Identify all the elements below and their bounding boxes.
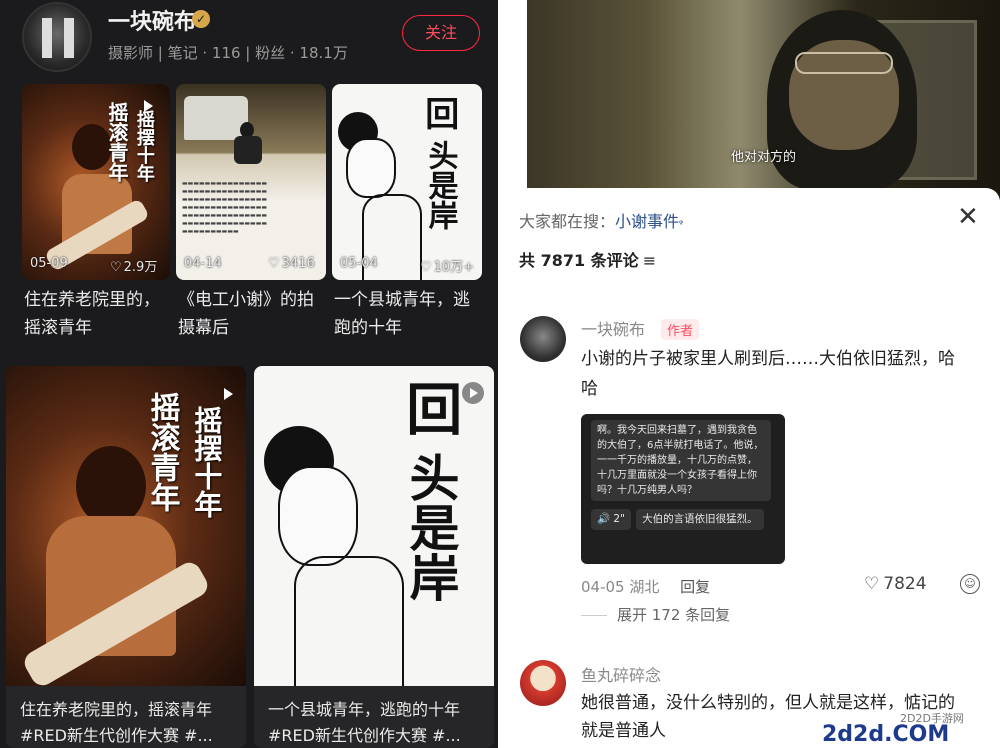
profile-username: 一块碗布 xyxy=(108,10,197,35)
comment-count: 共 7871 条评论 ≡ xyxy=(519,247,656,271)
heart-icon: ♡ xyxy=(864,574,880,594)
video-play-icon xyxy=(224,388,233,400)
note-thumbnail: 摇滚青年 摇摆十年 05-09 ♡ 2.9万 xyxy=(22,84,170,280)
chat-bubble: 大伯的言语依旧很猛烈。 xyxy=(636,509,764,530)
note-thumbnail: ▬▬▬▬▬▬▬▬▬▬▬▬▬▬▬ ▬▬▬▬▬▬▬▬▬▬▬▬▬▬▬ ▬▬▬▬▬▬▬▬… xyxy=(176,84,326,280)
comment-text-continued: 哈 xyxy=(581,379,598,399)
search-suggestion[interactable]: 大家都在搜：小谢事件ᵠ xyxy=(519,208,683,232)
video-player[interactable]: 他对对方的 xyxy=(527,0,1000,200)
note-card-4[interactable]: 摇滚青年 摇摆十年 住在养老院里的，摇滚青年 #RED新生代创作大赛 #... xyxy=(6,366,246,748)
comment-count-label: 共 7871 条评论 xyxy=(519,251,639,270)
verified-icon: ✓ xyxy=(192,10,210,28)
close-icon[interactable]: ✕ xyxy=(957,204,979,230)
note-caption: 住在养老院里的，摇滚青年 xyxy=(24,290,160,338)
comment-author-name[interactable]: 一块碗布 xyxy=(581,316,645,340)
comments-sheet: 大家都在搜：小谢事件ᵠ ✕ 共 7871 条评论 ≡ 一块碗布 作者 小谢的片子被… xyxy=(502,188,1000,748)
search-term-link[interactable]: 小谢事件 xyxy=(615,212,679,231)
video-subtitle: 他对对方的 xyxy=(730,150,796,165)
heart-icon: ♡ xyxy=(110,260,122,275)
note-date: 04-14 xyxy=(184,256,222,271)
expand-replies-button[interactable]: 展开 172 条回复 xyxy=(581,604,730,625)
video-play-icon xyxy=(144,100,153,112)
note-card-5[interactable]: 回 头是岸 一个县城青年，逃跑的十年 #RED新生代创作大赛 #... xyxy=(254,366,494,748)
note-caption: 住在养老院里的，摇滚青年 xyxy=(20,700,213,719)
comment-author-name[interactable]: 鱼丸碎碎念 xyxy=(581,662,661,686)
reply-button[interactable]: 回复 xyxy=(680,578,710,596)
cover-subtitle: 摇摆十年 xyxy=(133,110,155,182)
profile-panel: 一块碗布 ✓ 摄影师 | 笔记 · 116 | 粉丝 · 18.1万 关注 摇滚… xyxy=(0,0,498,748)
profile-avatar[interactable] xyxy=(22,2,92,72)
note-date: 05-04 xyxy=(340,256,378,271)
note-card-2[interactable]: ▬▬▬▬▬▬▬▬▬▬▬▬▬▬▬ ▬▬▬▬▬▬▬▬▬▬▬▬▬▬▬ ▬▬▬▬▬▬▬▬… xyxy=(176,84,326,344)
emoji-icon[interactable]: ☺ xyxy=(960,574,980,594)
watermark-logo: 2d2d.COM xyxy=(822,722,950,747)
follow-button[interactable]: 关注 xyxy=(402,15,480,51)
comment-like-count: 7824 xyxy=(883,574,927,594)
comment-meta: 04-05 湖北 回复 xyxy=(581,576,710,597)
cover-subtitle: 头是岸 xyxy=(422,140,458,230)
cover-subtitle: 摇摆十年 xyxy=(190,406,224,518)
cover-title: 摇滚青年 xyxy=(144,392,180,512)
cover-subtitle: 头是岸 xyxy=(401,452,461,602)
note-caption: 《电工小谢》的拍摄幕后 xyxy=(178,290,314,338)
note-caption: 一个县城青年，逃跑的十年 xyxy=(334,290,470,338)
expand-replies-label: 展开 172 条回复 xyxy=(617,606,731,624)
note-hashtags: #RED新生代创作大赛 #... xyxy=(20,726,213,745)
heart-icon: ♡ xyxy=(268,256,280,271)
profile-meta: 摄影师 | 笔记 · 116 | 粉丝 · 18.1万 xyxy=(108,44,348,62)
video-play-icon xyxy=(462,382,484,404)
chat-bubble: 啊。我今天回来扫墓了，遇到我贪色的大伯了，6点半就打电话了。他说，一一千万的播放… xyxy=(591,420,771,501)
note-thumbnail: 回 头是岸 xyxy=(254,366,494,686)
cover-title: 摇滚青年 xyxy=(105,102,129,182)
note-thumbnail: 摇滚青年 摇摆十年 xyxy=(6,366,246,686)
comment-like-button[interactable]: ♡ 7824 xyxy=(864,574,927,594)
cover-title: 回 xyxy=(418,96,459,130)
heart-icon: ♡ xyxy=(420,260,432,275)
comment-image[interactable]: 啊。我今天回来扫墓了，遇到我贪色的大伯了，6点半就打电话了。他说，一一千万的播放… xyxy=(581,414,785,564)
filter-icon[interactable]: ≡ xyxy=(643,251,656,270)
comment-date-location: 04-05 湖北 xyxy=(581,578,660,596)
note-likes: ♡ 10万+ xyxy=(420,256,474,275)
comment-text: 小谢的片子被家里人刷到后……大伯依旧猛烈，哈 xyxy=(581,349,955,369)
cover-title: 回 xyxy=(396,380,463,436)
note-hashtags: #RED新生代创作大赛 #... xyxy=(268,726,461,745)
note-likes: ♡ 3416 xyxy=(268,256,315,271)
note-like-count: 2.9万 xyxy=(123,260,158,275)
note-like-count: 3416 xyxy=(281,256,315,271)
search-prefix: 大家都在搜： xyxy=(519,212,616,231)
note-likes: ♡ 2.9万 xyxy=(110,256,157,275)
comment-text-continued: 就是普通人 xyxy=(581,721,666,741)
note-caption: 一个县城青年，逃跑的十年 xyxy=(268,700,461,719)
divider xyxy=(581,615,607,616)
note-card-1[interactable]: 摇滚青年 摇摆十年 05-09 ♡ 2.9万 住在养老院里的，摇滚青年 xyxy=(22,84,170,344)
note-date: 05-09 xyxy=(30,256,68,271)
note-thumbnail: 回 头是岸 05-04 ♡ 10万+ xyxy=(332,84,482,280)
search-icon: ᵠ xyxy=(679,219,684,230)
screenshot-text-block: ▬▬▬▬▬▬▬▬▬▬▬▬▬▬▬ ▬▬▬▬▬▬▬▬▬▬▬▬▬▬▬ ▬▬▬▬▬▬▬▬… xyxy=(182,180,268,235)
author-badge: 作者 xyxy=(661,319,700,340)
note-card-3[interactable]: 回 头是岸 05-04 ♡ 10万+ 一个县城青年，逃跑的十年 xyxy=(332,84,482,344)
note-like-count: 10万+ xyxy=(433,260,475,275)
comment-avatar[interactable] xyxy=(520,660,566,706)
person-glasses xyxy=(795,52,893,74)
comment-avatar[interactable] xyxy=(520,316,566,362)
voice-message: 🔊 2" xyxy=(591,509,631,530)
